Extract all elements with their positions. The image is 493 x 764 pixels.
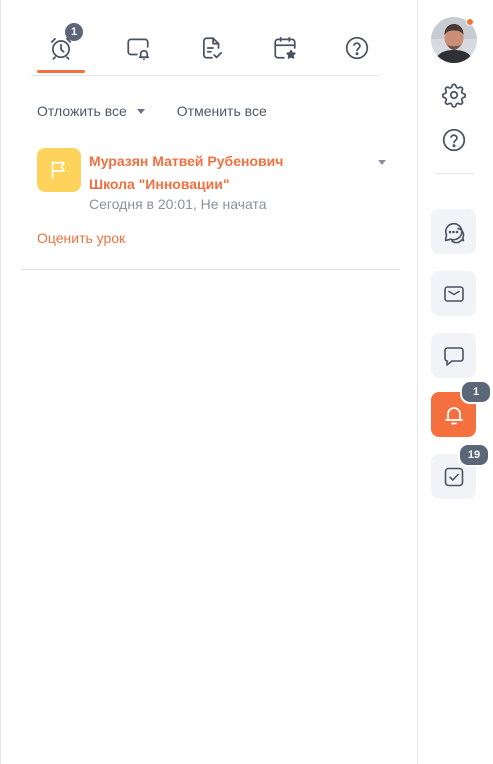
cancel-all-label: Отменить все (176, 103, 267, 119)
message-icon (443, 346, 464, 366)
notifications-panel: 1 Отложить все Отменить все Муразян Матв… (0, 0, 418, 764)
school-name: Школа "Инновации" (89, 176, 230, 192)
tab-documents[interactable] (182, 28, 242, 68)
bulk-actions: Отложить все Отменить все (37, 100, 267, 122)
notification-item: Муразян Матвей Рубенович Школа "Инноваци… (21, 146, 400, 270)
document-check-icon (203, 37, 223, 59)
tab-calendar[interactable] (255, 28, 315, 68)
tab-notifications[interactable] (108, 28, 168, 68)
teacher-name: Муразян Матвей Рубенович (89, 153, 284, 169)
tab-reminders[interactable]: 1 (31, 23, 91, 73)
rail-divider (436, 173, 474, 174)
reminders-badge: 1 (65, 23, 83, 41)
question-circle-icon (345, 36, 369, 60)
envelope-icon (443, 285, 464, 302)
mail-button[interactable] (431, 271, 476, 316)
gear-icon (441, 83, 467, 108)
tasks-badge: 19 (458, 443, 490, 467)
postpone-all-dropdown[interactable]: Отложить все (37, 103, 145, 119)
settings-button[interactable] (440, 81, 468, 109)
tab-help[interactable] (327, 28, 387, 68)
avatar-status-dot (466, 18, 474, 26)
flag-icon (37, 148, 81, 192)
tab-bar: 1 (31, 23, 379, 76)
rate-lesson-link[interactable]: Оценить урок (37, 230, 125, 246)
checkbox-icon (444, 467, 463, 486)
notification-menu-caret-icon[interactable] (378, 160, 386, 165)
cancel-all-button[interactable]: Отменить все (177, 103, 267, 119)
chats-button[interactable] (431, 209, 476, 254)
notification-meta: Сегодня в 20:01, Не начата (89, 196, 267, 212)
chat-bubbles-icon (444, 222, 464, 243)
messages-button[interactable] (431, 333, 476, 378)
question-circle-icon (442, 128, 466, 152)
notification-title: Муразян Матвей Рубенович Школа "Инноваци… (89, 150, 349, 196)
postpone-all-label: Отложить все (37, 103, 127, 119)
right-rail: 1 19 (417, 0, 493, 764)
calendar-star-icon (274, 36, 296, 59)
notifications-badge: 1 (460, 380, 492, 404)
screen-bell-icon (127, 38, 150, 61)
bell-icon (444, 406, 463, 424)
help-button[interactable] (440, 126, 468, 154)
tabs-divider (31, 75, 379, 76)
chevron-down-icon (136, 109, 145, 114)
